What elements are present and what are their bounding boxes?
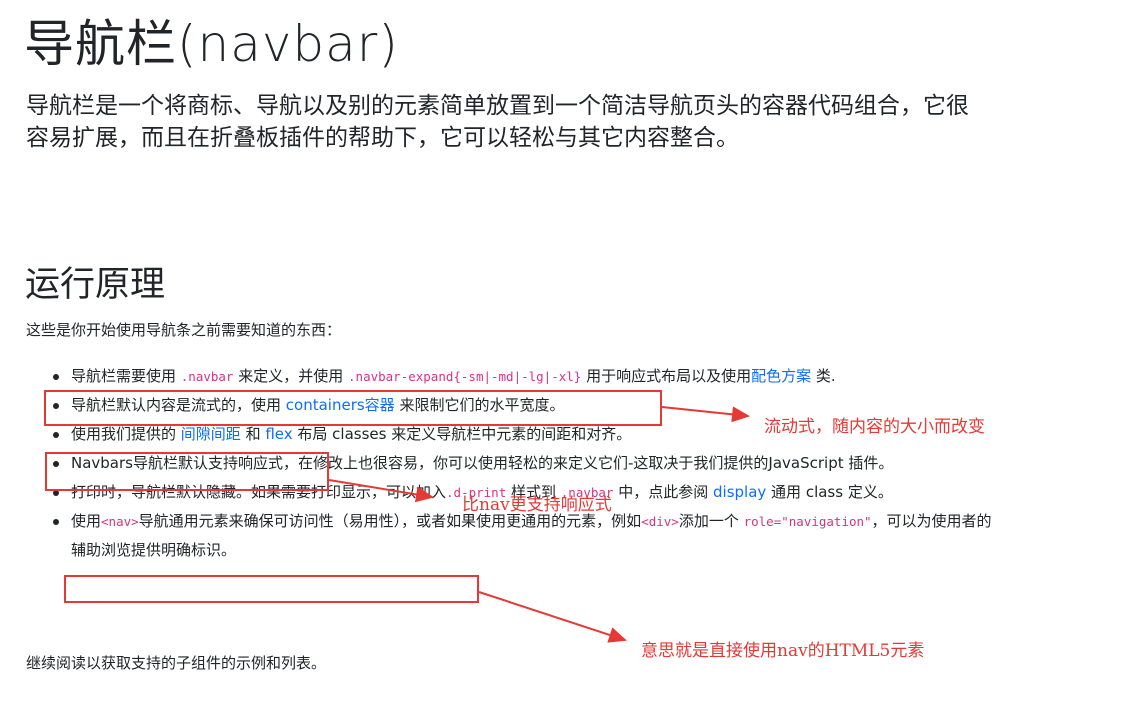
arrow-to-responsive-note — [328, 479, 434, 503]
annotation-fluid: 流动式，随内容的大小而改变 — [764, 417, 985, 437]
annotation-responsive: 比nav更支持响应式 — [462, 495, 612, 515]
annotation-arrows — [328, 406, 750, 643]
annotation-nav-element: 意思就是直接使用nav的HTML5元素 — [641, 641, 925, 661]
arrow-to-nav-note — [478, 591, 627, 643]
arrow-to-fluid-note — [661, 406, 750, 423]
